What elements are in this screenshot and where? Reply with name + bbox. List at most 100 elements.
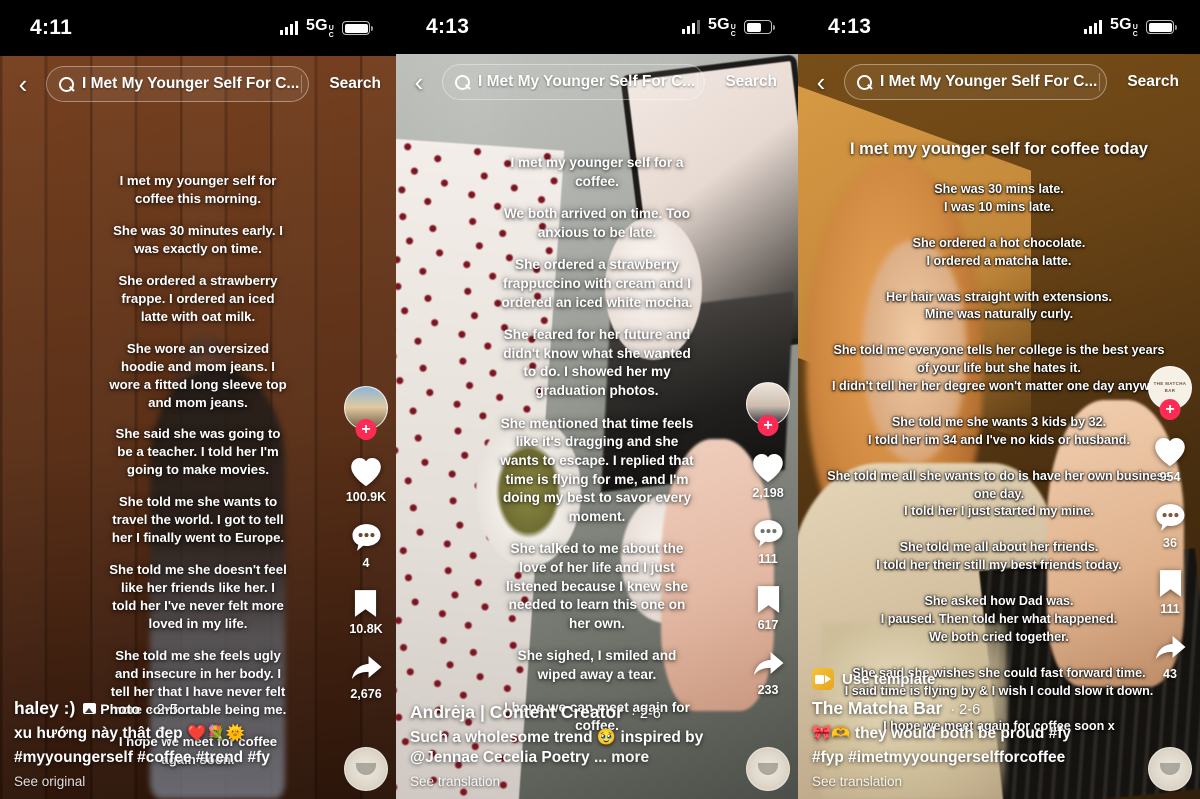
search-row: ‹ I Met My Younger Self For C... Search — [0, 56, 396, 110]
comment-icon — [351, 524, 381, 551]
bookmark-button[interactable]: 617 — [754, 584, 783, 632]
bookmark-count: 617 — [757, 618, 779, 632]
share-count: 43 — [1163, 667, 1177, 681]
network-label-text: 5G — [1109, 16, 1132, 33]
signal-bars-icon — [681, 20, 700, 34]
three-panel-screenshot: 4:11 5G U C ‹ I Met My Younger Self For C.… — [0, 0, 1200, 799]
music-disc[interactable] — [1148, 747, 1192, 791]
status-bar: 4:13 5G U C — [396, 0, 798, 54]
caption-block-2: Andrėja | Content Creator · 2-6 Such a w… — [396, 702, 740, 799]
like-button[interactable]: 2,198 — [751, 452, 785, 500]
action-rail-2: + 2,198 111 617 233 — [746, 382, 790, 715]
caption-block-3: Use template The Matcha Bar · 2-6 🎀🫶 the… — [798, 668, 1142, 799]
music-disc-inner — [356, 763, 376, 775]
comment-button[interactable]: 111 — [752, 518, 785, 566]
search-query-text: I Met My Younger Self For C... — [880, 73, 1098, 90]
photo-badge: Photo — [83, 701, 140, 717]
follow-plus-icon[interactable]: + — [1159, 399, 1181, 420]
background-coffee-cup — [476, 415, 581, 568]
see-translation-link[interactable]: See translation — [410, 774, 726, 789]
caption-more-link[interactable]: ... more — [594, 749, 649, 766]
comment-icon — [1155, 504, 1185, 531]
author-name[interactable]: The Matcha Bar — [812, 698, 942, 719]
bookmark-count: 111 — [1160, 602, 1180, 616]
avatar[interactable]: THE MATCHA BAR + — [1148, 366, 1192, 420]
search-input[interactable]: I Met My Younger Self For C... — [844, 64, 1108, 100]
see-original-link[interactable]: See original — [14, 774, 324, 789]
share-button[interactable]: 43 — [1154, 634, 1187, 681]
like-button[interactable]: 100.9K — [346, 456, 386, 504]
bookmark-icon — [355, 590, 377, 617]
video-background-bedsheet — [396, 0, 798, 799]
like-button[interactable]: 954 — [1153, 436, 1187, 484]
share-button[interactable]: 2,676 — [350, 654, 383, 701]
search-row: ‹ I Met My Younger Self For C... Search — [396, 54, 798, 108]
chevron-left-icon[interactable]: ‹ — [808, 67, 834, 97]
post-date: · 2-5 — [147, 702, 178, 719]
photo-badge-label: Photo — [100, 700, 140, 717]
follow-plus-icon[interactable]: + — [757, 415, 779, 436]
heart-icon — [1155, 437, 1185, 467]
post-date: · 2-6 — [630, 706, 661, 723]
avatar[interactable]: + — [344, 386, 388, 440]
search-button[interactable]: Search — [1117, 73, 1189, 91]
status-bar: 4:11 5G U C — [0, 0, 396, 56]
bookmark-button[interactable]: 111 — [1156, 568, 1185, 616]
bookmark-icon — [757, 586, 779, 613]
network-type-label: 5G U C — [707, 16, 736, 38]
author-row: The Matcha Bar · 2-6 — [812, 698, 1128, 719]
search-icon — [857, 74, 872, 90]
bookmark-count: 10.8K — [349, 622, 383, 636]
bookmark-button[interactable]: 10.8K — [349, 588, 383, 636]
chevron-left-icon[interactable]: ‹ — [10, 69, 36, 99]
comment-button[interactable]: 36 — [1154, 502, 1187, 550]
status-clock: 4:13 — [426, 15, 470, 38]
music-disc-inner — [1160, 763, 1180, 775]
see-translation-link[interactable]: See translation — [812, 774, 1128, 789]
tiktok-video-panel-3: 4:13 5G U C ‹ I Met My Younger Self For C.… — [798, 0, 1200, 799]
template-icon — [812, 668, 834, 691]
status-indicators: 5G U C — [279, 17, 373, 39]
like-count: 2,198 — [752, 486, 784, 500]
status-clock: 4:11 — [30, 16, 73, 39]
author-name[interactable]: Andrėja | Content Creator — [410, 702, 623, 723]
battery-icon — [744, 20, 775, 34]
search-divider — [1099, 73, 1101, 91]
search-button[interactable]: Search — [319, 75, 391, 93]
bookmark-icon — [1159, 570, 1181, 597]
follow-plus-icon[interactable]: + — [355, 419, 377, 440]
music-disc[interactable] — [344, 747, 388, 791]
author-row: Andrėja | Content Creator · 2-6 — [410, 702, 726, 723]
post-date: · 2-6 — [950, 702, 981, 719]
search-query-text: I Met My Younger Self For C... — [478, 73, 696, 90]
caption-text: xu hướng này thật đẹp ❤️💐🌞 — [14, 725, 245, 743]
caption-hashtags[interactable]: #myyoungerself #coffee #trend #fy — [14, 748, 324, 768]
status-bar: 4:13 5G U C — [798, 0, 1200, 54]
status-indicators: 5G U C — [1083, 16, 1177, 38]
comment-button[interactable]: 4 — [350, 522, 383, 570]
avatar[interactable]: + — [746, 382, 790, 436]
author-row: haley :) Photo · 2-5 — [14, 698, 324, 719]
heart-icon — [753, 453, 783, 483]
search-button[interactable]: Search — [715, 73, 787, 91]
background-face — [862, 239, 967, 464]
use-template-button[interactable]: Use template — [812, 668, 935, 691]
network-type-label: 5G U C — [1109, 16, 1138, 38]
search-divider — [301, 75, 303, 93]
battery-icon — [1146, 20, 1177, 34]
author-name[interactable]: haley :) — [14, 698, 75, 719]
tiktok-video-panel-2: 4:13 5G U C ‹ I Met My Younger Self For C.… — [396, 0, 798, 799]
search-input[interactable]: I Met My Younger Self For C... — [442, 64, 706, 100]
background-plush-toy — [605, 215, 702, 360]
battery-icon — [342, 21, 373, 35]
comment-icon — [753, 520, 783, 547]
caption-hashtags[interactable]: #fyp #imetmyyoungerselfforcoffee — [812, 748, 1128, 768]
caption-text-body: Such a wholesome trend 🥹 inspired by @Je… — [410, 729, 704, 767]
chevron-left-icon[interactable]: ‹ — [406, 67, 432, 97]
music-disc[interactable] — [746, 747, 790, 791]
signal-bars-icon — [279, 21, 298, 35]
comment-count: 111 — [758, 552, 778, 566]
search-input[interactable]: I Met My Younger Self For C... — [46, 66, 310, 102]
caption-text: Such a wholesome trend 🥹 inspired by @Je… — [410, 728, 726, 768]
share-button[interactable]: 233 — [752, 650, 785, 697]
